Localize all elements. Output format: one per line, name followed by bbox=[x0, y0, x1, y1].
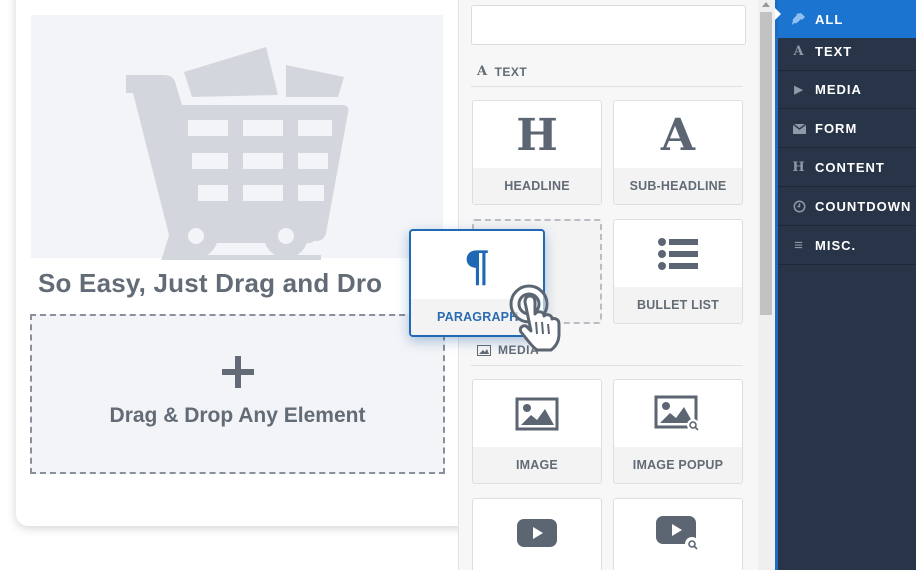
active-indicator bbox=[775, 8, 781, 20]
element-tile-bullet-list[interactable]: BULLET LIST bbox=[613, 219, 743, 324]
page-builder: So Easy, Just Drag and Dro Drag & Drop A… bbox=[0, 0, 916, 570]
sidebar-item-text[interactable]: A TEXT bbox=[778, 33, 916, 71]
menu-lines-icon: ≡ bbox=[794, 237, 804, 254]
shopping-cart-icon bbox=[126, 47, 349, 260]
video-popup-icon bbox=[614, 499, 742, 567]
serif-h-icon: H bbox=[792, 160, 806, 175]
envelope-icon bbox=[792, 123, 806, 134]
canvas-heading[interactable]: So Easy, Just Drag and Dro bbox=[38, 268, 382, 299]
element-tile-image[interactable]: IMAGE bbox=[472, 379, 602, 484]
element-tile-headline[interactable]: H HEADLINE bbox=[472, 100, 602, 205]
video-icon bbox=[473, 499, 601, 567]
sub-headline-icon: A bbox=[660, 109, 696, 161]
image-icon bbox=[473, 380, 601, 448]
sidebar-item-misc[interactable]: ≡ MISC. bbox=[778, 227, 916, 265]
category-sidebar: ALL A TEXT ▶ MEDIA FORM H CONTENT COUNTD… bbox=[775, 0, 916, 570]
plug-icon bbox=[792, 12, 806, 26]
element-search-input[interactable] bbox=[471, 5, 746, 45]
image-icon bbox=[477, 344, 491, 356]
image-popup-icon bbox=[614, 380, 742, 448]
panel-scrollbar[interactable] bbox=[758, 0, 775, 570]
bullet-list-icon bbox=[614, 220, 742, 288]
element-tile-sub-headline[interactable]: A SUB-HEADLINE bbox=[613, 100, 743, 205]
sidebar-item-content[interactable]: H CONTENT bbox=[778, 149, 916, 187]
serif-a-icon: A bbox=[793, 44, 805, 59]
element-tile-video-popup[interactable] bbox=[613, 498, 743, 570]
divider bbox=[471, 365, 743, 366]
serif-a-icon: A bbox=[477, 64, 488, 79]
divider bbox=[471, 86, 743, 87]
clock-icon bbox=[792, 200, 806, 213]
scroll-up-arrow-icon[interactable] bbox=[762, 2, 770, 7]
element-tile-video[interactable] bbox=[472, 498, 602, 570]
sidebar-item-form[interactable]: FORM bbox=[778, 110, 916, 148]
drop-zone[interactable]: Drag & Drop Any Element bbox=[30, 314, 445, 474]
plus-icon bbox=[32, 354, 443, 395]
drop-zone-label: Drag & Drop Any Element bbox=[109, 404, 366, 427]
scroll-thumb[interactable] bbox=[760, 12, 772, 315]
hand-pointer-cursor-icon bbox=[509, 284, 561, 352]
sidebar-item-media[interactable]: ▶ MEDIA bbox=[778, 71, 916, 109]
sidebar-item-countdown[interactable]: COUNTDOWN bbox=[778, 188, 916, 226]
play-icon: ▶ bbox=[794, 84, 804, 96]
headline-icon: H bbox=[516, 109, 558, 161]
element-tile-image-popup[interactable]: IMAGE POPUP bbox=[613, 379, 743, 484]
section-header-text: A TEXT bbox=[477, 64, 528, 79]
image-placeholder[interactable] bbox=[31, 15, 443, 260]
